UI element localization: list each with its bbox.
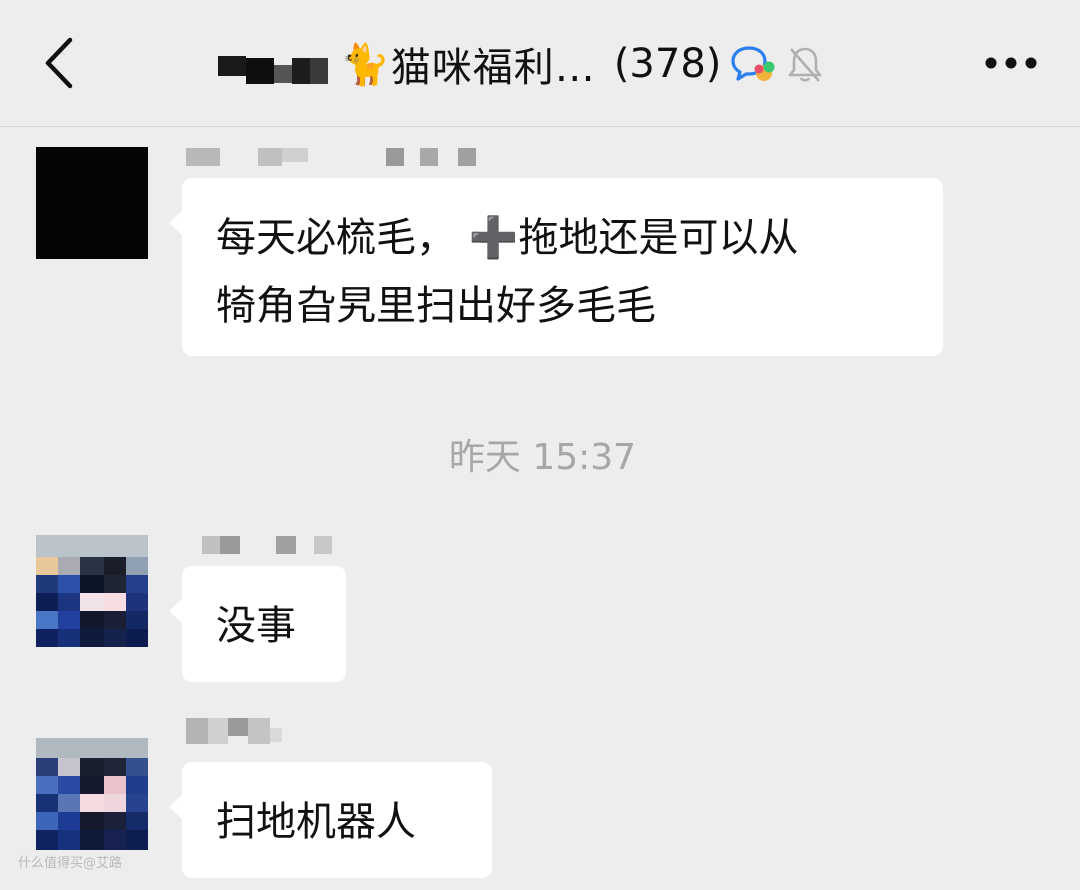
watermark: 什么值得买@艾路 — [18, 856, 123, 871]
message-text: 扫地机器人 — [216, 799, 416, 845]
avatar[interactable] — [36, 738, 148, 850]
message-bubble[interactable]: 没事 — [169, 566, 346, 682]
message-bubble[interactable]: 扫地机器人 — [169, 762, 492, 878]
chevron-left-icon — [45, 37, 73, 89]
back-button[interactable] — [30, 30, 90, 96]
group-name: 猫咪福利… — [390, 45, 596, 91]
title-redacted-prefix — [218, 44, 328, 84]
more-dots-icon — [985, 57, 1037, 69]
timestamp: 昨天 15:37 — [448, 437, 637, 478]
chat-title[interactable]: 🐈 猫咪福利… (378) — [218, 34, 825, 94]
group-emoji: 🐈 — [340, 41, 391, 88]
chat-header: 🐈 猫咪福利… (378) — [0, 0, 1080, 127]
sender-name-redacted — [186, 148, 486, 170]
message-text: 没事 — [216, 603, 296, 649]
avatar[interactable] — [36, 147, 148, 259]
message-text: 每天必梳毛， ➕拖地还是可以从 — [216, 215, 799, 261]
member-count: (378) — [613, 41, 722, 87]
message-bubble[interactable]: 每天必梳毛， ➕拖地还是可以从 犄角旮旯里扫出好多毛毛 — [169, 178, 943, 356]
avatar[interactable] — [36, 535, 148, 647]
sender-name-redacted — [186, 718, 306, 744]
bell-off-icon — [789, 47, 822, 82]
sender-name-redacted — [202, 536, 342, 558]
group-chat-icon — [731, 46, 775, 81]
more-button[interactable] — [980, 40, 1050, 86]
message-text: 犄角旮旯里扫出好多毛毛 — [216, 283, 656, 329]
